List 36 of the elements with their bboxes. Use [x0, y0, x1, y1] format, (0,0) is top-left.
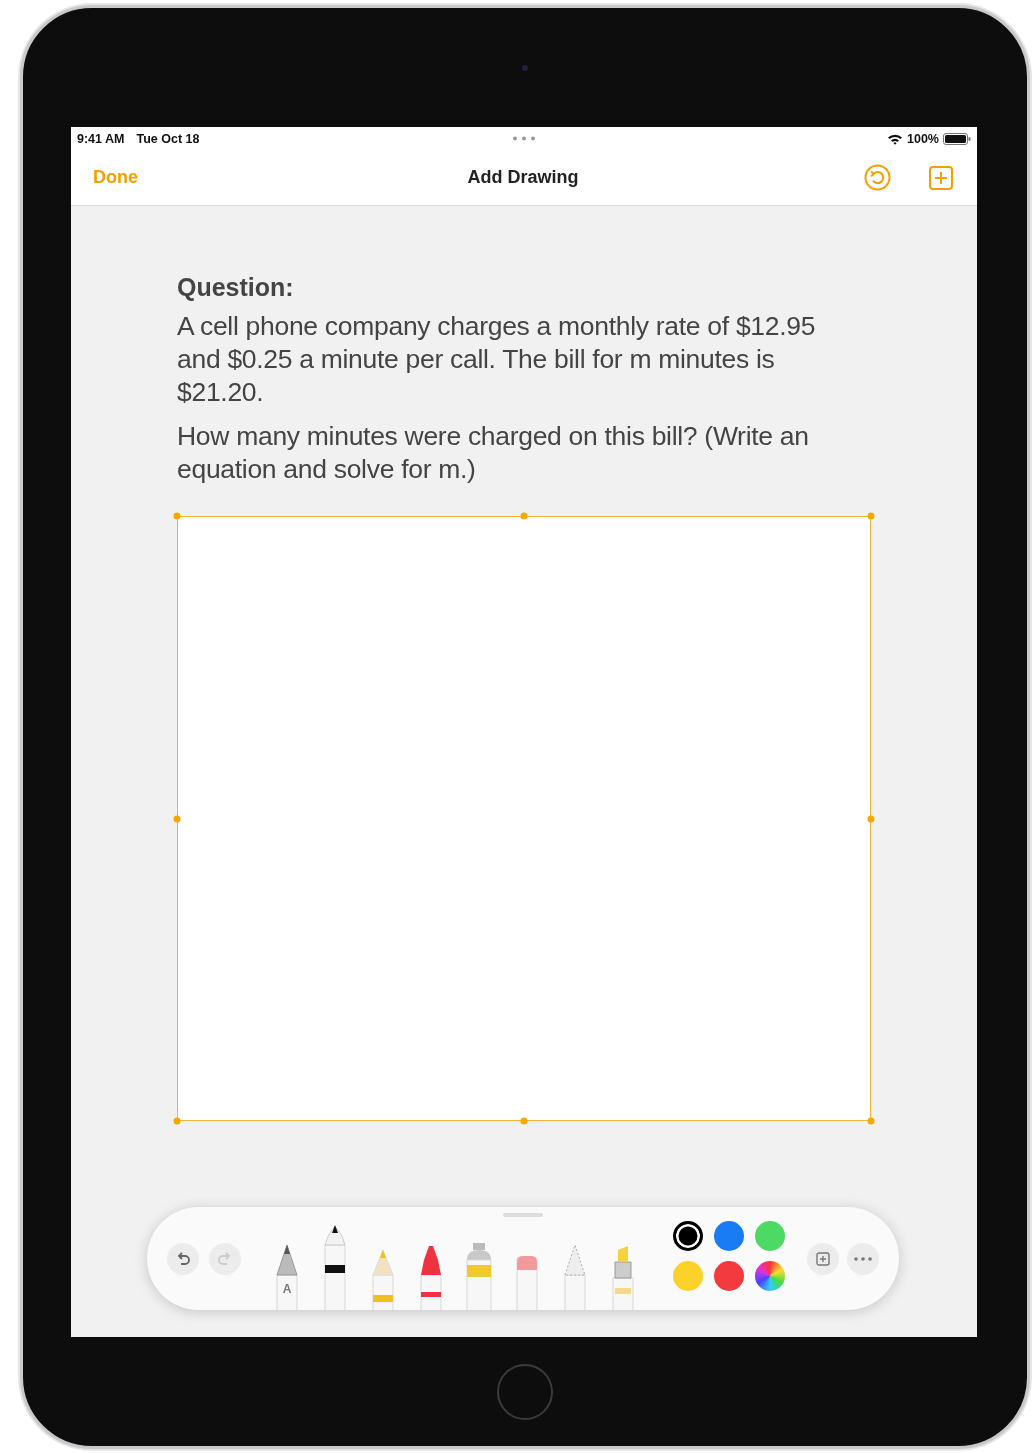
multitasking-icon[interactable] — [512, 136, 536, 141]
color-swatch[interactable] — [714, 1261, 744, 1291]
undo-history-icon[interactable] — [864, 164, 891, 191]
add-icon — [816, 1252, 830, 1266]
question-text: A cell phone company charges a monthly rate of $12.95 and $0.25 a minute per call. The bill for m minutes is $21.20. — [177, 310, 817, 409]
question-heading: Question: — [177, 272, 295, 302]
add-icon[interactable] — [929, 165, 953, 190]
more-icon — [854, 1257, 872, 1261]
camera-icon — [522, 64, 528, 71]
resize-handle[interactable] — [173, 1117, 181, 1125]
color-swatch[interactable] — [673, 1221, 703, 1251]
status-date: Tue Oct 18 — [136, 131, 200, 146]
status-time: 9:41 AM — [77, 131, 125, 146]
color-swatch[interactable] — [673, 1261, 703, 1291]
home-button[interactable] — [497, 1363, 553, 1420]
resize-handle[interactable] — [867, 1117, 875, 1125]
done-button[interactable]: Done — [93, 167, 380, 188]
nav-title: Add Drawing — [466, 167, 580, 188]
resize-handle[interactable] — [867, 815, 875, 822]
undo-button[interactable] — [167, 1243, 199, 1275]
add-button[interactable] — [807, 1243, 839, 1275]
color-picker[interactable] — [755, 1261, 785, 1291]
color-swatch[interactable] — [714, 1221, 744, 1251]
redo-button[interactable] — [209, 1243, 241, 1275]
resize-handle[interactable] — [173, 815, 181, 822]
battery-percent: 100% — [907, 131, 939, 146]
question-text: How many minutes were charged on this bill? (Write an equation and solve for m.) — [177, 420, 810, 486]
wifi-icon — [887, 132, 903, 145]
resize-handle[interactable] — [867, 512, 875, 520]
resize-handle[interactable] — [520, 1117, 528, 1125]
more-button[interactable] — [847, 1243, 879, 1275]
battery-icon — [943, 132, 971, 145]
color-swatch[interactable] — [755, 1221, 785, 1251]
resize-handle[interactable] — [173, 512, 181, 520]
resize-handle[interactable] — [520, 512, 528, 520]
drawing-canvas[interactable] — [177, 516, 871, 1121]
